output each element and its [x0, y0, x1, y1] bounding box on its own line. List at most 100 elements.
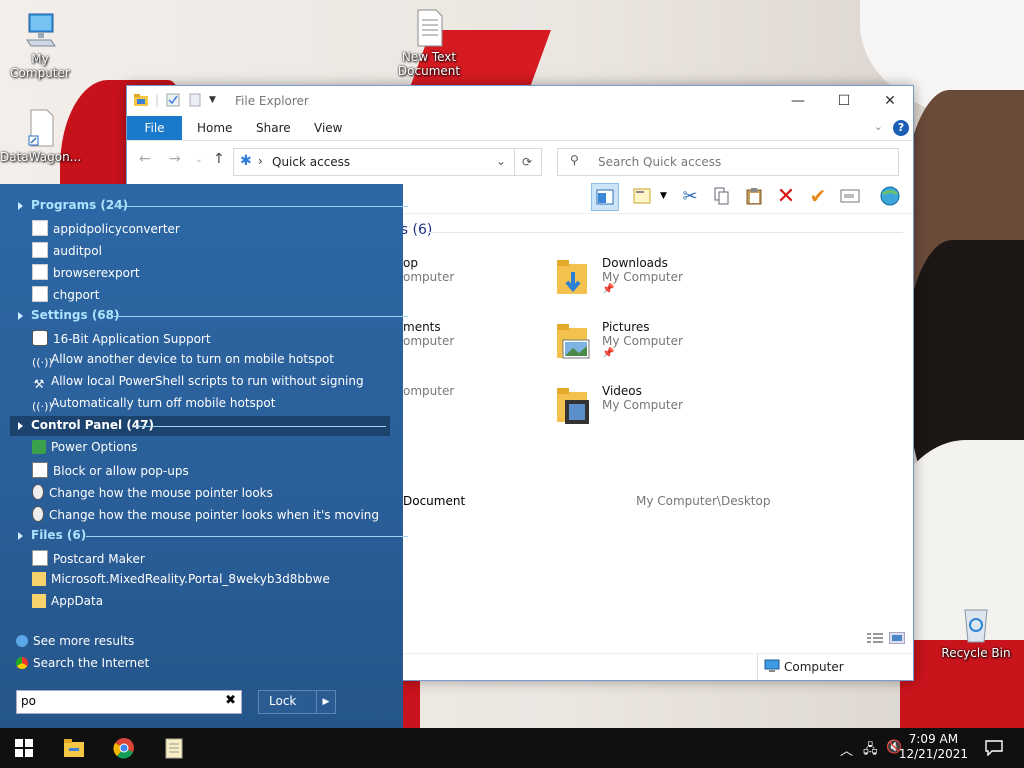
desktop-icon-my-computer[interactable]: My Computer	[0, 10, 80, 80]
search-box[interactable]: ⚲ Search Quick access	[557, 148, 899, 176]
pictures-folder-icon	[557, 324, 590, 359]
show-hidden-icons-chevron[interactable]: ︿	[840, 740, 853, 759]
tab-share[interactable]: Share	[256, 116, 291, 140]
clock-date: 12/21/2021	[898, 747, 968, 761]
group-header-control-panel[interactable]: Control Panel (47)	[18, 418, 386, 432]
search-field[interactable]: ✖	[16, 690, 242, 714]
new-folder-icon[interactable]	[187, 92, 203, 108]
folder-location: My Computer	[602, 270, 683, 284]
folder-item-videos[interactable]: Videos My Computer	[602, 384, 683, 412]
expand-triangle-icon	[18, 531, 23, 540]
taskbar-chrome[interactable]	[100, 728, 148, 768]
lock-options-arrow-icon[interactable]: ▶	[316, 691, 335, 713]
result-item[interactable]: appidpolicyconverter	[32, 220, 180, 236]
desktop-icon-datawagon[interactable]: DataWagon...	[0, 108, 81, 164]
folder-item[interactable]: ments omputer	[403, 320, 454, 348]
result-item[interactable]: ((·))Automatically turn off mobile hotsp…	[32, 396, 275, 414]
start-search-panel: Programs (24) appidpolicyconverter audit…	[0, 184, 408, 728]
expand-triangle-icon	[18, 311, 23, 320]
result-item[interactable]: auditpol	[32, 242, 102, 258]
tab-home[interactable]: Home	[197, 116, 232, 140]
result-item[interactable]: ((·))Allow another device to turn on mob…	[32, 352, 334, 370]
result-item[interactable]: Change how the mouse pointer looks	[32, 484, 273, 500]
recent-file-row[interactable]: Document	[403, 494, 465, 508]
see-more-results-link[interactable]: See more results	[16, 634, 134, 648]
folder-icon	[32, 572, 46, 586]
search-internet-link[interactable]: Search the Internet	[16, 656, 149, 670]
result-item[interactable]: browserexport	[32, 264, 140, 280]
folder-location: omputer	[403, 334, 455, 348]
delete-icon[interactable]: ✕	[773, 183, 799, 209]
details-pane-icon[interactable]	[629, 183, 655, 209]
power-options-icon	[32, 440, 46, 454]
popup-blocker-icon	[32, 462, 48, 478]
taskbar-notepad[interactable]	[150, 728, 198, 768]
folder-item[interactable]: omputer	[403, 384, 454, 398]
back-icon[interactable]: ←	[139, 151, 151, 167]
check-icon[interactable]: ✔	[805, 183, 831, 209]
result-item[interactable]: Power Options	[32, 440, 137, 454]
result-item[interactable]: Postcard Maker	[32, 550, 145, 566]
lock-button[interactable]: Lock ▶	[258, 690, 336, 714]
recycle-bin-icon	[964, 609, 988, 643]
quick-access-star-icon: ✱	[240, 153, 252, 169]
copy-icon[interactable]	[709, 183, 735, 209]
clear-search-icon[interactable]: ✖	[225, 693, 236, 708]
result-item[interactable]: chgport	[32, 286, 99, 302]
paste-icon[interactable]	[741, 183, 767, 209]
refresh-button[interactable]: ⟳	[513, 148, 542, 176]
folder-location: My Computer	[602, 334, 683, 348]
network-icon[interactable]: 🖧	[863, 740, 878, 762]
properties-icon[interactable]	[165, 92, 181, 108]
folder-item[interactable]: op omputer	[403, 256, 454, 284]
action-center-button[interactable]	[970, 728, 1018, 768]
folder-item-pictures[interactable]: Pictures My Computer 📌	[602, 320, 683, 359]
details-view-icon[interactable]	[867, 632, 883, 647]
preview-pane-icon[interactable]	[591, 183, 619, 211]
address-box[interactable]: ✱ › Quick access ⌄	[233, 148, 515, 176]
result-item[interactable]: 16-Bit Application Support	[32, 330, 211, 346]
rename-icon[interactable]	[837, 183, 863, 209]
customize-qat-icon[interactable]: ▼	[209, 95, 216, 105]
group-header-programs[interactable]: Programs (24)	[18, 198, 408, 212]
folder-item-downloads[interactable]: Downloads My Computer 📌	[602, 256, 683, 295]
close-button[interactable]: ✕	[867, 86, 913, 116]
desktop-icon-new-text-document[interactable]: New Text Document	[389, 8, 469, 78]
forward-icon[interactable]: →	[169, 151, 181, 167]
console-app-icon	[32, 242, 48, 258]
tab-view[interactable]: View	[314, 116, 342, 140]
result-item[interactable]: ⚒ Allow local PowerShell scripts to run w…	[32, 374, 364, 391]
recent-locations-icon[interactable]: ⌄	[195, 155, 203, 165]
expand-ribbon-icon[interactable]: ⌄	[874, 120, 883, 133]
start-button[interactable]	[0, 728, 48, 768]
layout-dropdown-icon[interactable]: ▼	[660, 191, 667, 201]
group-header-settings[interactable]: Settings (68)	[18, 308, 408, 322]
result-item[interactable]: Change how the mouse pointer looks when …	[32, 506, 379, 522]
recent-file-path: My Computer\Desktop	[636, 494, 771, 508]
help-icon[interactable]: ?	[893, 120, 909, 136]
gear-icon	[32, 330, 48, 346]
result-item[interactable]: AppData	[32, 594, 103, 608]
console-app-icon	[32, 286, 48, 302]
up-icon[interactable]: ↑	[213, 151, 225, 167]
folder-name: op	[403, 256, 418, 270]
address-dropdown-icon[interactable]: ⌄	[496, 154, 506, 168]
search-placeholder: Search Quick access	[598, 155, 722, 169]
title-bar[interactable]: | ▼ File Explorer — ☐ ✕	[127, 86, 913, 116]
network-globe-icon[interactable]	[877, 183, 903, 209]
text-document-icon	[417, 9, 443, 47]
breadcrumb-chevron-icon[interactable]: ›	[258, 154, 263, 168]
maximize-button[interactable]: ☐	[821, 86, 867, 116]
taskbar-file-explorer[interactable]	[50, 728, 98, 768]
desktop-icon-recycle-bin[interactable]: Recycle Bin	[936, 604, 1016, 660]
large-icons-view-icon[interactable]	[888, 631, 906, 647]
system-clock[interactable]: 7:09 AM 12/21/2021	[899, 732, 968, 762]
group-header-files[interactable]: Files (6)	[18, 528, 408, 542]
cut-icon[interactable]: ✂	[677, 183, 703, 209]
result-item[interactable]: Block or allow pop-ups	[32, 462, 189, 478]
desktop-icon-label: My Computer	[10, 52, 70, 80]
minimize-button[interactable]: —	[775, 86, 821, 116]
search-input[interactable]	[17, 691, 211, 711]
result-item[interactable]: Microsoft.MixedReality.Portal_8wekyb3d8b…	[32, 572, 330, 586]
tab-file[interactable]: File	[127, 116, 182, 140]
